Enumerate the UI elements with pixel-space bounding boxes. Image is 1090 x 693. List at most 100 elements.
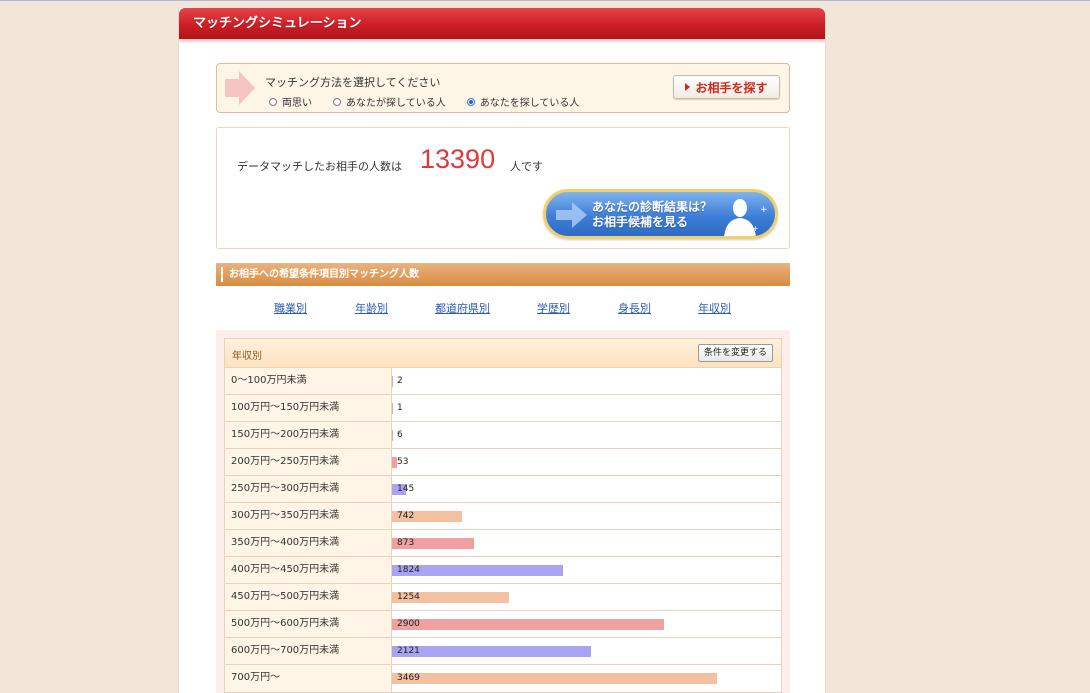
view-diagnosis-button[interactable]: あなたの診断結果は？ お相手候補を見る + + <box>543 189 778 239</box>
table-row: 400万円〜450万円未満 1824 <box>225 557 781 584</box>
diagnosis-line-1: あなたの診断結果は？ <box>592 200 713 214</box>
svg-text:+: + <box>752 224 759 233</box>
table-row: 500万円〜600万円未満 2900 <box>225 611 781 638</box>
category-tabs: 職業別 年齢別 都道府県別 学歴別 身長別 年収別 <box>216 300 790 316</box>
table-heading: 年収別 <box>232 351 262 362</box>
table-row: 700万円〜 3469 <box>225 665 781 692</box>
row-bar-cell: 3469 <box>392 665 781 692</box>
row-bar-cell: 1824 <box>392 557 781 583</box>
table-row: 0〜100万円未満 2 <box>225 368 781 395</box>
bar-value: 742 <box>397 511 415 521</box>
row-label: 450万円〜500万円未満 <box>225 584 392 610</box>
row-bar-cell: 1 <box>392 395 781 421</box>
bar-value: 1 <box>397 403 403 413</box>
table-header: 年収別 条件を変更する <box>225 339 781 368</box>
match-count-suffix: 人です <box>510 160 543 173</box>
row-label: 350万円〜400万円未満 <box>225 530 392 556</box>
header-shadow <box>179 39 825 44</box>
bar <box>392 673 717 684</box>
search-partner-button[interactable]: お相手を探す <box>673 75 780 99</box>
match-count-box: データマッチしたお相手の人数は 13390 人です あなたの診断結果は？ お相手… <box>216 127 790 249</box>
bar <box>392 619 664 630</box>
radio-seeking-you-circle[interactable] <box>466 97 475 106</box>
tab-age[interactable]: 年齢別 <box>355 300 388 316</box>
method-radio-group: 両思い あなたが探している人 あなたを探している人 <box>269 94 600 109</box>
radio-seeking-you-label: あなたを探している人 <box>479 98 580 109</box>
person-silhouette-icon: + + <box>724 199 768 236</box>
bar <box>392 403 393 414</box>
bar-value: 1824 <box>397 565 420 575</box>
income-table: 年収別 条件を変更する 0〜100万円未満 2 100万円〜150万円未満 1 150万… <box>224 338 782 693</box>
row-bar-cell: 2121 <box>392 638 781 664</box>
tab-height[interactable]: 身長別 <box>618 300 651 316</box>
bar-value: 2 <box>397 376 403 386</box>
table-row: 450万円〜500万円未満 1254 <box>225 584 781 611</box>
table-row: 150万円〜200万円未満 6 <box>225 422 781 449</box>
tab-occupation[interactable]: 職業別 <box>274 300 307 316</box>
bar-value: 1254 <box>397 592 420 602</box>
table-row: 300万円〜350万円未満 742 <box>225 503 781 530</box>
row-bar-cell: 873 <box>392 530 781 556</box>
row-label: 200万円〜250万円未満 <box>225 449 392 475</box>
change-conditions-button[interactable]: 条件を変更する <box>697 344 773 362</box>
matching-simulation-panel: マッチングシミュレーション マッチング方法を選択してください 両思い あなたが探… <box>178 8 826 693</box>
bar-value: 2121 <box>397 646 420 656</box>
row-label: 400万円〜450万円未満 <box>225 557 392 583</box>
svg-text:+: + <box>760 205 768 215</box>
table-row: 100万円〜150万円未満 1 <box>225 395 781 422</box>
row-label: 600万円〜700万円未満 <box>225 638 392 664</box>
row-bar-cell: 1254 <box>392 584 781 610</box>
bar-value: 2900 <box>397 619 420 629</box>
table-body: 0〜100万円未満 2 100万円〜150万円未満 1 150万円〜200万円未満 6 20… <box>225 368 781 692</box>
tab-education[interactable]: 学歴別 <box>537 300 570 316</box>
view-diagnosis-text: あなたの診断結果は？ お相手候補を見る <box>592 200 712 230</box>
bar <box>392 376 393 387</box>
table-row: 250万円〜300万円未満 145 <box>225 476 781 503</box>
radio-seeking-you[interactable]: あなたを探している人 <box>466 94 580 109</box>
row-label: 0〜100万円未満 <box>225 368 392 394</box>
bar <box>392 430 393 441</box>
table-row: 200万円〜250万円未満 53 <box>225 449 781 476</box>
row-bar-cell: 2900 <box>392 611 781 637</box>
bar-value: 873 <box>397 538 415 548</box>
tab-income[interactable]: 年収別 <box>698 300 731 316</box>
radio-mutual-circle[interactable] <box>269 97 277 106</box>
section-heading: お相手への希望条件項目別マッチング人数 <box>216 263 790 286</box>
matching-method-box: マッチング方法を選択してください 両思い あなたが探している人 あなたを探してい… <box>216 63 790 113</box>
row-label: 700万円〜 <box>225 665 392 692</box>
radio-mutual-label: 両思い <box>282 98 312 109</box>
row-bar-cell: 53 <box>392 449 781 475</box>
table-row: 600万円〜700万円未満 2121 <box>225 638 781 665</box>
row-label: 150万円〜200万円未満 <box>225 422 392 448</box>
row-label: 500万円〜600万円未満 <box>225 611 392 637</box>
row-bar-cell: 2 <box>392 368 781 394</box>
bar <box>392 646 591 657</box>
radio-you-seek-circle[interactable] <box>333 97 341 106</box>
search-partner-label: お相手を探す <box>695 80 768 95</box>
bar-value: 3469 <box>397 673 420 683</box>
row-label: 250万円〜300万円未満 <box>225 476 392 502</box>
page-title: マッチングシミュレーション <box>179 8 825 39</box>
income-table-wrap: 年収別 条件を変更する 0〜100万円未満 2 100万円〜150万円未満 1 150万… <box>216 330 790 693</box>
arrow-right-icon <box>556 202 587 228</box>
method-instruction: マッチング方法を選択してください <box>265 76 441 89</box>
radio-you-seek[interactable]: あなたが探している人 <box>333 94 446 109</box>
match-count-label: データマッチしたお相手の人数は <box>237 160 402 173</box>
match-count-number: 13390 <box>420 144 496 174</box>
radio-you-seek-label: あなたが探している人 <box>346 98 446 109</box>
diagnosis-line-2: お相手候補を見る <box>592 215 689 229</box>
tab-prefecture[interactable]: 都道府県別 <box>435 300 490 316</box>
arrow-right-icon <box>225 71 255 105</box>
row-bar-cell: 6 <box>392 422 781 448</box>
bar-value: 53 <box>397 457 409 467</box>
window-top-border <box>0 0 1090 1</box>
bar-value: 145 <box>397 484 415 494</box>
triangle-right-icon <box>685 83 691 91</box>
row-label: 100万円〜150万円未満 <box>225 395 392 421</box>
row-bar-cell: 742 <box>392 503 781 529</box>
table-row: 350万円〜400万円未満 873 <box>225 530 781 557</box>
row-bar-cell: 145 <box>392 476 781 502</box>
bar-value: 6 <box>397 430 403 440</box>
radio-mutual[interactable]: 両思い <box>269 94 312 109</box>
row-label: 300万円〜350万円未満 <box>225 503 392 529</box>
